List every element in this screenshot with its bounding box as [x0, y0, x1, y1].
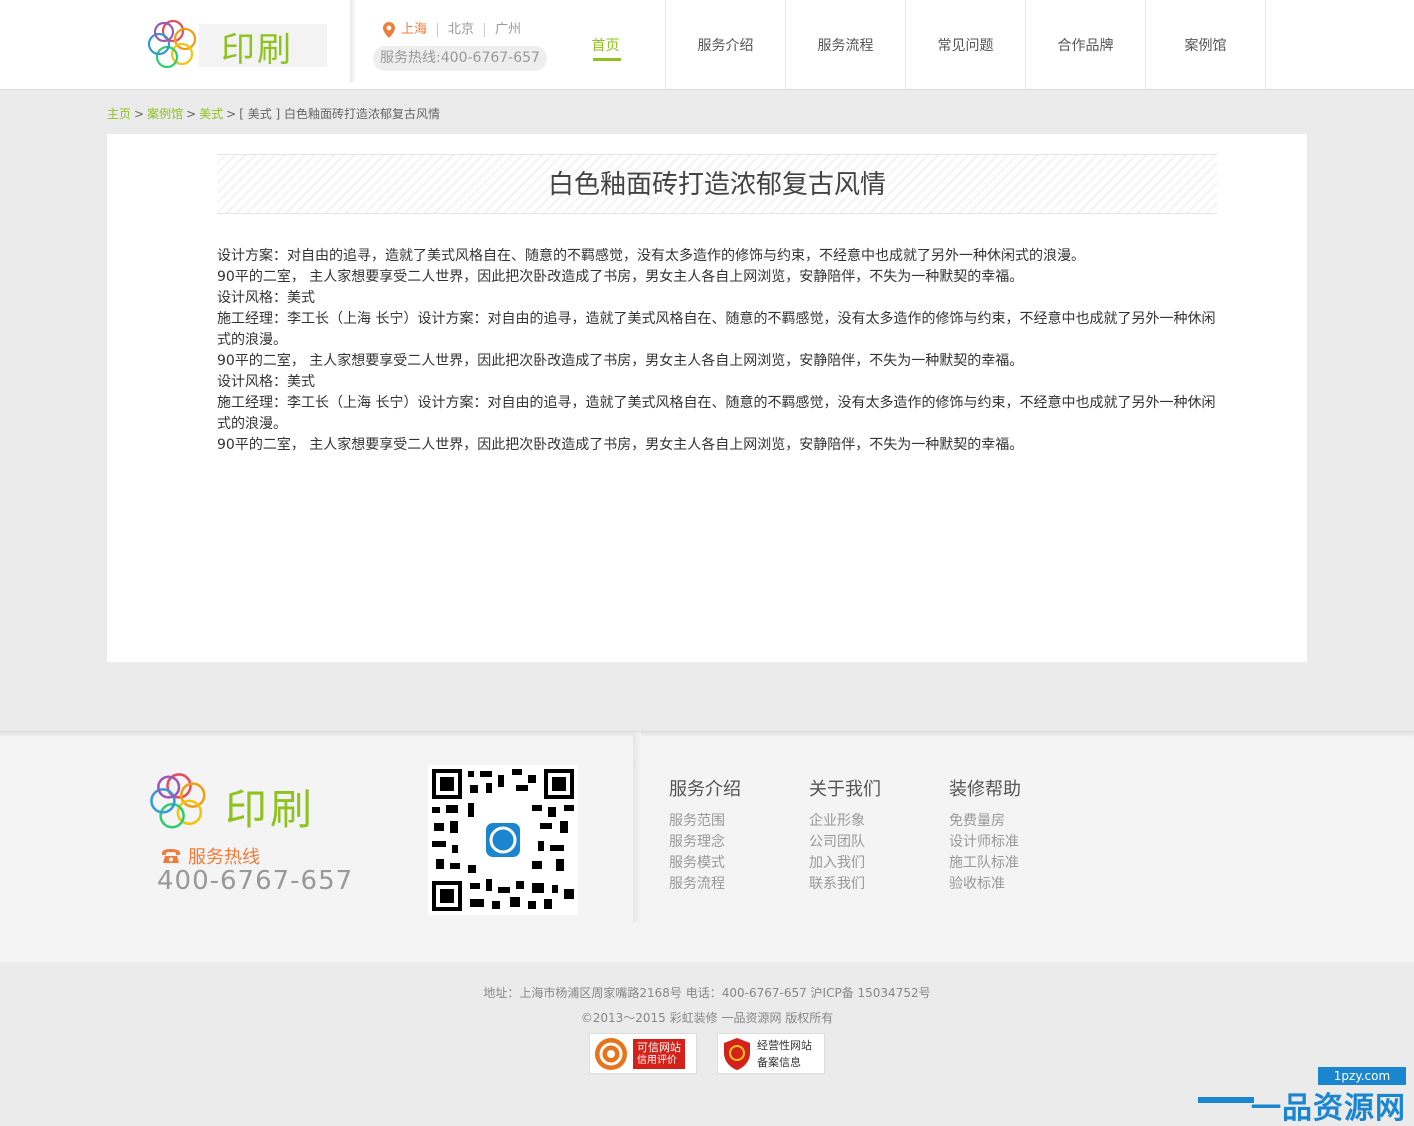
qr-code-icon — [428, 765, 578, 915]
footer-column-services: 服务介绍 服务范围 服务理念 服务模式 服务流程 — [669, 775, 789, 895]
breadcrumb-separator: > — [186, 107, 197, 121]
trusted-site-badge-line2: 信用评价 — [637, 1054, 677, 1066]
footer-hotline-number: 400-6767-657 — [157, 866, 354, 896]
article-paragraph: 施工经理：李工长（上海 长宁）设计方案：对自由的追寻，造就了美式风格自在、随意的… — [217, 395, 1216, 432]
footer-link[interactable]: 服务理念 — [669, 832, 789, 853]
footer-link[interactable]: 企业形象 — [809, 811, 929, 832]
footer-link[interactable]: 服务模式 — [669, 853, 789, 874]
footer-link[interactable]: 免费量房 — [949, 811, 1069, 832]
nav-item-process[interactable]: 服务流程 — [786, 0, 906, 90]
business-record-badge-line1: 经营性网站 — [757, 1038, 812, 1052]
footer-column-title: 装修帮助 — [949, 779, 1021, 800]
watermark: 1pzy.com 一品资源网 — [1198, 1067, 1406, 1126]
site-header: 印刷 上海 北京 广州 服务热线:400-6767-657 首页 服务介绍 服务… — [0, 0, 1414, 90]
city-link-guangzhou[interactable]: 广州 — [484, 23, 531, 37]
breadcrumb-gallery-link[interactable]: 案例馆 — [147, 107, 183, 121]
article-paragraph: 施工经理：李工长（上海 长宁）设计方案：对自由的追寻，造就了美式风格自在、随意的… — [217, 311, 1216, 348]
footer-link[interactable]: 联系我们 — [809, 874, 929, 895]
location-pin-icon — [383, 22, 395, 38]
city-switcher: 上海 北京 广州 — [383, 22, 531, 38]
footer-divider — [633, 732, 641, 922]
footer-column-about: 关于我们 企业形象 公司团队 加入我们 联系我们 — [809, 775, 929, 895]
breadcrumb-current: [ 美式 ] 白色釉面砖打造浓郁复古风情 — [239, 107, 441, 121]
footer-shadow — [0, 732, 1414, 738]
article-paragraph: 90平的二室， 主人家想要享受二人世界，因此把次卧改造成了书房，男女主人各自上网… — [217, 437, 1024, 453]
header-divider — [350, 0, 356, 82]
address-line: 地址：上海市杨浦区周家嘴路2168号 电话：400-6767-657 沪ICP备… — [483, 986, 931, 1000]
footer-column-title: 服务介绍 — [669, 779, 741, 800]
main-nav: 首页 服务介绍 服务流程 常见问题 合作品牌 案例馆 — [546, 0, 1266, 90]
article-title-bar: 白色釉面砖打造浓郁复古风情 — [217, 154, 1217, 214]
watermark-bar — [1198, 1097, 1254, 1103]
footer-column-help: 装修帮助 免费量房 设计师标准 施工队标准 验收标准 — [949, 775, 1069, 895]
article-paragraph: 设计风格：美式 — [217, 374, 315, 390]
footer-link[interactable]: 服务流程 — [669, 874, 789, 895]
trusted-site-badge[interactable]: 可信网站 信用评价 — [589, 1033, 697, 1074]
article-title: 白色釉面砖打造浓郁复古风情 — [547, 170, 886, 200]
article-body: 设计方案：对自由的追寻，造就了美式风格自在、随意的不羁感觉，没有太多造作的修饰与… — [217, 246, 1217, 456]
logo-text[interactable]: 印刷 — [221, 22, 293, 71]
nav-item-partners[interactable]: 合作品牌 — [1026, 0, 1146, 90]
copyright-line: ©2013～2015 彩虹装修 一品资源网 版权所有 — [580, 1011, 834, 1025]
nav-item-cases[interactable]: 案例馆 — [1146, 0, 1266, 90]
breadcrumb: 主页 > 案例馆 > 美式 >[ 美式 ] 白色釉面砖打造浓郁复古风情 — [107, 105, 440, 122]
footer-link[interactable]: 验收标准 — [949, 874, 1069, 895]
business-record-shield-icon — [724, 1037, 750, 1070]
trusted-site-icon — [595, 1037, 627, 1070]
article-paragraph: 90平的二室， 主人家想要享受二人世界，因此把次卧改造成了书房，男女主人各自上网… — [217, 353, 1024, 369]
breadcrumb-style-link[interactable]: 美式 — [199, 107, 223, 121]
nav-item-home[interactable]: 首页 — [546, 0, 666, 90]
city-link-shanghai[interactable]: 上海 — [401, 23, 437, 37]
footer-link[interactable]: 服务范围 — [669, 811, 789, 832]
business-record-badge-text: 经营性网站 备案信息 — [757, 1037, 812, 1071]
header-hotline: 服务热线:400-6767-657 — [373, 46, 547, 71]
breadcrumb-home-link[interactable]: 主页 — [107, 107, 131, 121]
city-link-beijing[interactable]: 北京 — [437, 23, 484, 37]
footer-link[interactable]: 加入我们 — [809, 853, 929, 874]
watermark-text: 一品资源网 — [1251, 1091, 1406, 1126]
business-record-badge-line2: 备案信息 — [757, 1055, 801, 1069]
footer-link[interactable]: 设计师标准 — [949, 832, 1069, 853]
footer-logo-text: 印刷 — [225, 785, 316, 834]
article-paragraph: 90平的二室， 主人家想要享受二人世界，因此把次卧改造成了书房，男女主人各自上网… — [217, 269, 1024, 285]
footer-link[interactable]: 施工队标准 — [949, 853, 1069, 874]
footer-column-title: 关于我们 — [809, 779, 881, 800]
nav-item-faq[interactable]: 常见问题 — [906, 0, 1026, 90]
breadcrumb-separator: > — [134, 107, 145, 121]
trusted-site-badge-text: 可信网站 信用评价 — [633, 1038, 685, 1069]
article-paragraph: 设计风格：美式 — [217, 290, 315, 306]
article-paragraph: 设计方案：对自由的追寻，造就了美式风格自在、随意的不羁感觉，没有太多造作的修饰与… — [217, 248, 1085, 264]
nav-item-services[interactable]: 服务介绍 — [666, 0, 786, 90]
article-card: 白色釉面砖打造浓郁复古风情 设计方案：对自由的追寻，造就了美式风格自在、随意的不… — [107, 134, 1307, 662]
telephone-icon — [162, 849, 180, 863]
trusted-site-badge-line1: 可信网站 — [637, 1040, 681, 1054]
business-record-badge[interactable]: 经营性网站 备案信息 — [717, 1033, 825, 1074]
flower-logo-icon[interactable] — [146, 18, 200, 72]
site-footer: 印刷 服务热线 400-6767-657 服务介绍 服务范围 服务理念 服务模式… — [0, 731, 1414, 962]
flower-logo-icon — [150, 773, 206, 829]
breadcrumb-separator: > — [226, 107, 237, 121]
footer-link[interactable]: 公司团队 — [809, 832, 929, 853]
